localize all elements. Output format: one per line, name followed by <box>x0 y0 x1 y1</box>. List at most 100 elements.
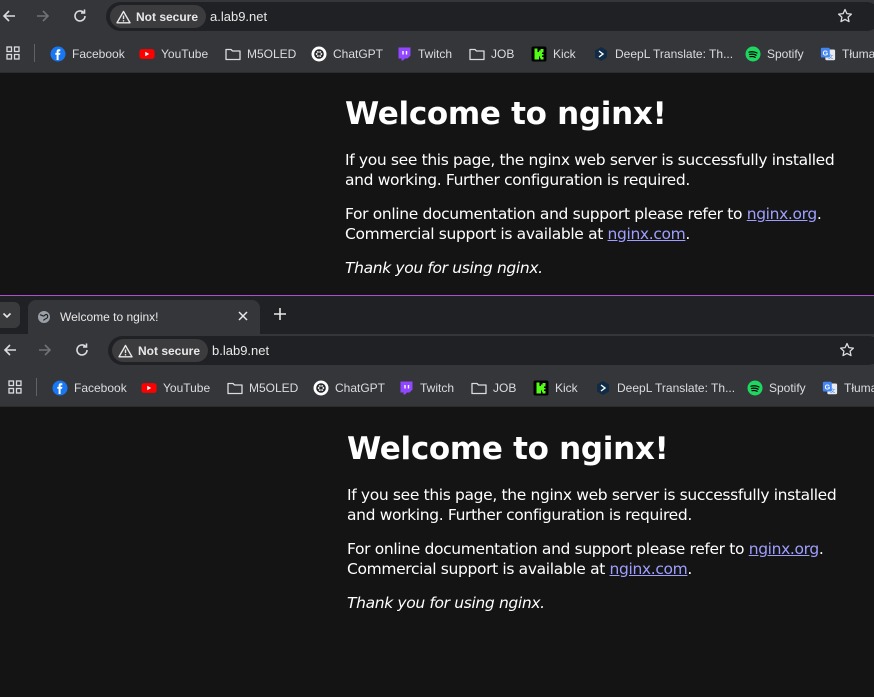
nginx-welcome: Welcome to nginx! If you see this page, … <box>347 431 867 614</box>
tab-search-button[interactable] <box>0 302 20 328</box>
globe-icon <box>38 311 50 323</box>
deepl-icon <box>595 380 611 396</box>
bookmark-facebook[interactable]: Facebook <box>52 379 127 397</box>
bookmark-star-icon[interactable] <box>837 8 853 24</box>
bookmark-label: JOB <box>491 47 515 61</box>
bookmark-t-uma[interactable]: G文 Tłuma <box>820 45 874 63</box>
nginx-welcome: Welcome to nginx! If you see this page, … <box>345 96 865 279</box>
support-text-suffix: . <box>685 224 690 243</box>
bookmark-label: Facebook <box>74 381 127 395</box>
bookmark-t-uma[interactable]: G文 Tłuma <box>822 379 874 397</box>
bookmark-twitch[interactable]: Twitch <box>396 45 452 63</box>
bookmark-chatgpt[interactable]: ChatGPT <box>313 379 385 397</box>
bookmarks-bar: Facebook YouTube M5OLED ChatGPT Twitch JOB Kic… <box>0 33 874 73</box>
spotify-icon <box>747 380 763 396</box>
nginx-org-link[interactable]: nginx.org <box>747 205 818 223</box>
url-text[interactable]: b.lab9.net <box>212 343 269 358</box>
forward-arrow-icon <box>39 344 52 356</box>
youtube-icon <box>139 46 155 62</box>
twitch-icon <box>398 380 414 396</box>
bookmark-label: Spotify <box>767 47 804 61</box>
bookmark-youtube[interactable]: YouTube <box>141 379 210 397</box>
address-bar[interactable]: Not secure a.lab9.net <box>106 2 874 31</box>
bookmark-spotify[interactable]: Spotify <box>745 45 804 63</box>
bookmark-chatgpt[interactable]: ChatGPT <box>311 45 383 63</box>
reload-button[interactable] <box>70 338 94 362</box>
svg-text:文: 文 <box>830 386 836 394</box>
back-button[interactable] <box>0 4 21 28</box>
bookmark-m5oled[interactable]: M5OLED <box>227 379 298 397</box>
nginx-com-link[interactable]: nginx.com <box>610 560 688 578</box>
thanks-text: Thank you for using nginx. <box>347 594 545 612</box>
chatgpt-icon <box>311 46 327 62</box>
facebook-icon <box>50 46 66 62</box>
bookmark-job[interactable]: JOB <box>471 379 516 397</box>
google-translate-icon: G文 <box>822 380 838 396</box>
bookmark-label: Kick <box>553 47 576 61</box>
forward-button[interactable] <box>33 338 57 362</box>
security-chip[interactable]: Not secure <box>110 5 207 28</box>
bookmark-label: Facebook <box>72 47 125 61</box>
spotify-icon <box>745 46 761 62</box>
reload-button[interactable] <box>68 4 92 28</box>
security-chip[interactable]: Not secure <box>112 339 209 362</box>
warning-icon <box>116 10 131 23</box>
bookmark-label: M5OLED <box>249 381 299 395</box>
support-text-prefix: For online documentation and support ple… <box>345 205 747 223</box>
svg-text:文: 文 <box>828 52 834 60</box>
youtube-icon <box>141 380 157 396</box>
tab-title: Welcome to nginx! <box>60 310 159 324</box>
folder-icon <box>471 380 487 396</box>
not-secure-label: Not secure <box>138 343 201 358</box>
facebook-icon <box>52 380 68 396</box>
new-tab-button[interactable] <box>270 304 290 324</box>
apps-grid-icon[interactable] <box>6 46 20 60</box>
apps-grid-icon[interactable] <box>8 380 22 394</box>
chatgpt-icon <box>313 380 329 396</box>
bookmark-kick[interactable]: Kick <box>533 379 578 397</box>
thanks-paragraph: Thank you for using nginx. <box>345 259 865 279</box>
intro-paragraph: If you see this page, the nginx web serv… <box>345 151 835 189</box>
url-text[interactable]: a.lab9.net <box>210 9 267 24</box>
bookmark-star-icon[interactable] <box>839 342 855 358</box>
kick-icon <box>531 46 547 62</box>
tab-strip: Welcome to nginx! <box>0 296 874 334</box>
address-bar[interactable]: Not secure b.lab9.net <box>108 336 874 365</box>
bookmark-kick[interactable]: Kick <box>531 45 576 63</box>
kick-icon <box>533 380 549 396</box>
not-secure-label: Not secure <box>136 9 199 24</box>
bookmark-youtube[interactable]: YouTube <box>139 45 208 63</box>
bookmark-facebook[interactable]: Facebook <box>50 45 125 63</box>
bookmark-job[interactable]: JOB <box>469 45 514 63</box>
support-text-suffix: . <box>687 559 692 578</box>
bookmark-twitch[interactable]: Twitch <box>398 379 454 397</box>
bookmark-label: DeepL Translate: Th... <box>617 381 736 395</box>
bookmark-spotify[interactable]: Spotify <box>747 379 806 397</box>
bookmarks-bar: Facebook YouTube M5OLED ChatGPT Twitch JOB Kic… <box>0 367 874 407</box>
bookmarks-separator <box>34 44 35 62</box>
nginx-com-link[interactable]: nginx.com <box>608 225 686 243</box>
support-paragraph: For online documentation and support ple… <box>345 205 865 244</box>
toolbar: Not secure b.lab9.net <box>0 334 874 367</box>
thanks-text: Thank you for using nginx. <box>345 259 543 277</box>
browser-window-b: Welcome to nginx! Not secure b.lab9.net <box>0 295 874 697</box>
bookmark-label: Kick <box>555 381 578 395</box>
bookmark-deepl-translate-th[interactable]: DeepL Translate: Th... <box>593 45 733 63</box>
tab-nginx[interactable]: Welcome to nginx! <box>28 300 260 334</box>
bookmark-label: Twitch <box>418 47 453 61</box>
reload-icon <box>76 343 88 356</box>
support-text-prefix: For online documentation and support ple… <box>347 540 749 558</box>
warning-icon <box>118 344 133 357</box>
page-content: Welcome to nginx! If you see this page, … <box>0 73 874 295</box>
page-heading: Welcome to nginx! <box>345 96 667 132</box>
reload-icon <box>74 9 86 22</box>
forward-button[interactable] <box>31 4 55 28</box>
folder-icon <box>469 46 485 62</box>
deepl-icon <box>593 46 609 62</box>
nginx-org-link[interactable]: nginx.org <box>749 540 820 558</box>
tab-close-button[interactable] <box>235 308 251 324</box>
bookmark-label: Tłuma <box>844 381 874 395</box>
back-button[interactable] <box>0 338 22 362</box>
bookmark-deepl-translate-th[interactable]: DeepL Translate: Th... <box>595 379 735 397</box>
bookmark-m5oled[interactable]: M5OLED <box>225 45 296 63</box>
